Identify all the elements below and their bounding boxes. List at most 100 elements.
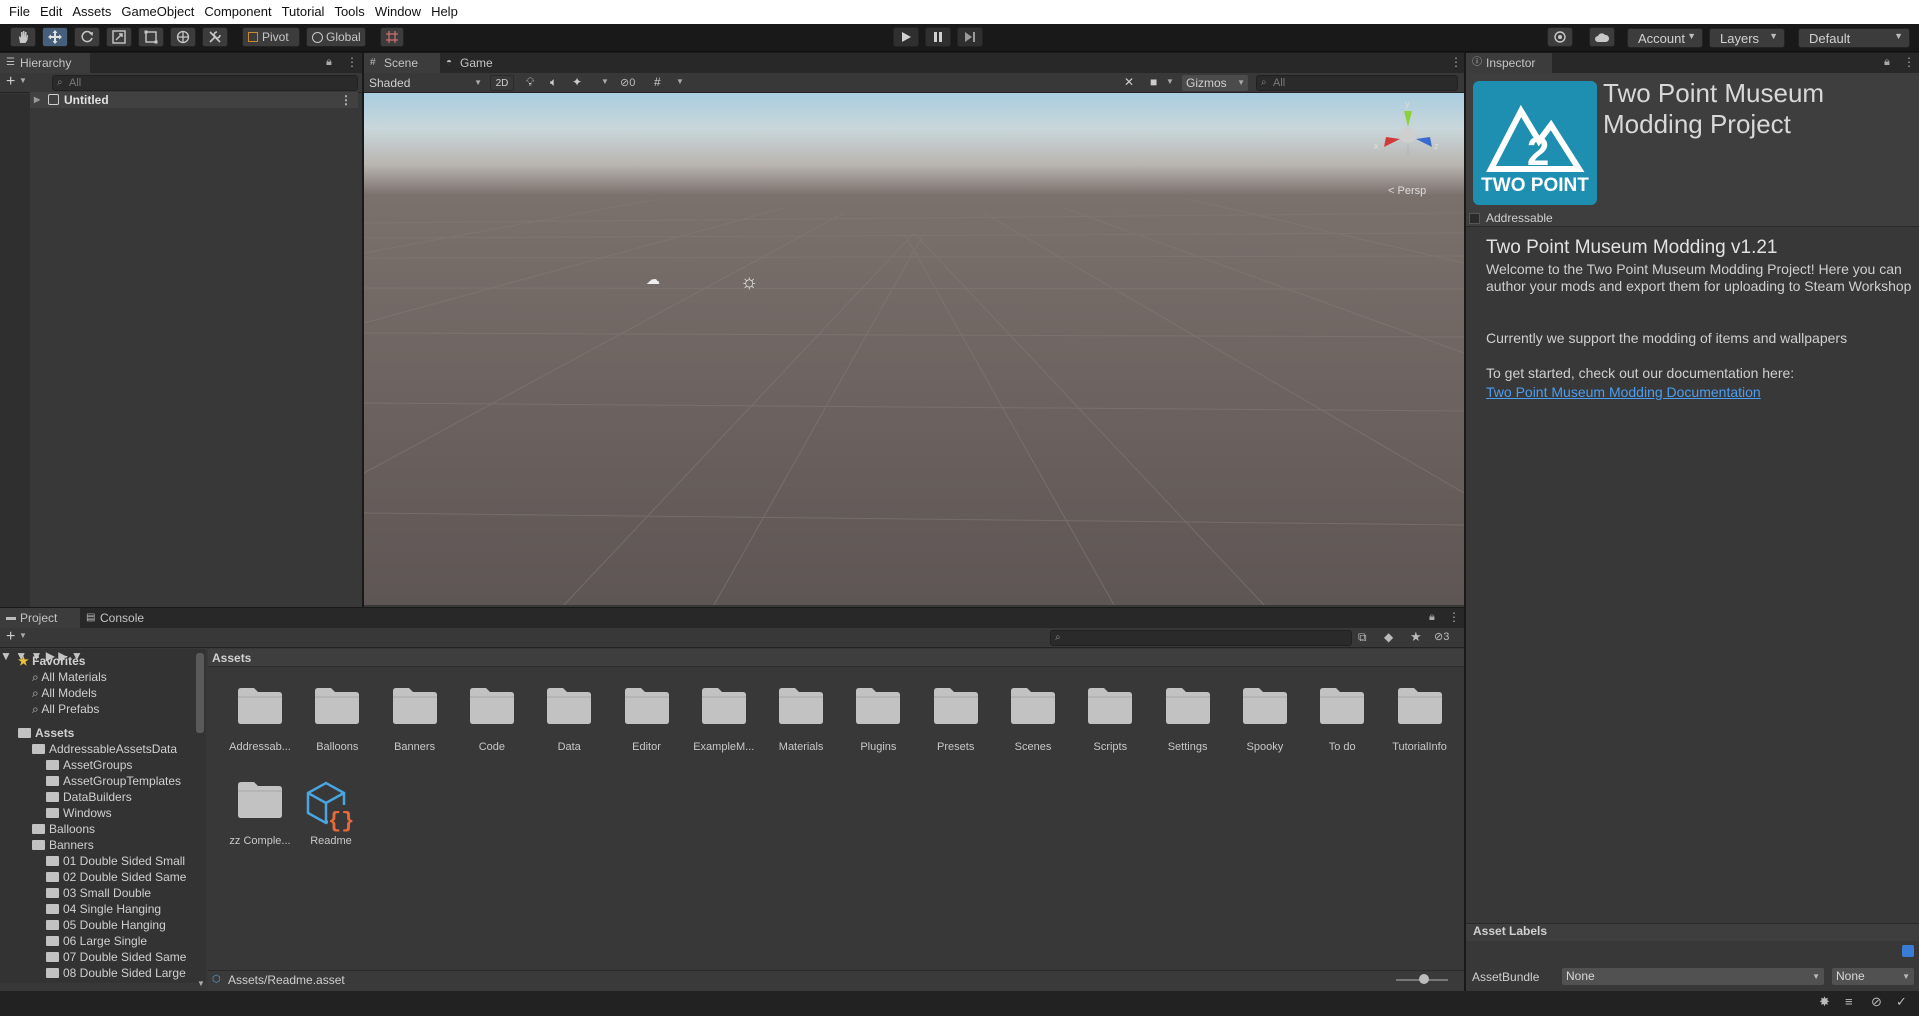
scene-row-untitled[interactable]: ▶ Untitled ⋮	[30, 92, 358, 108]
menu-tutorial[interactable]: Tutorial	[277, 0, 330, 24]
scene-search-input[interactable]: ⌕ All	[1256, 75, 1458, 91]
more-options-icon[interactable]: ⋮	[340, 92, 352, 108]
custom-tool-button[interactable]	[202, 27, 228, 47]
layers-dropdown[interactable]: Layers ▼	[1709, 28, 1785, 48]
effects-toggle-icon[interactable]: ✦	[572, 75, 582, 89]
chevron-right-icon[interactable]: ▶	[34, 92, 40, 108]
scale-tool-button[interactable]	[106, 27, 132, 47]
step-button[interactable]	[957, 27, 983, 47]
lock-icon[interactable]: 🔒︎	[326, 56, 332, 69]
menu-file[interactable]: File	[4, 0, 35, 24]
chevron-down-icon[interactable]: ▼	[1166, 77, 1174, 86]
database-icon[interactable]: ≡	[1845, 994, 1853, 1009]
projection-toggle[interactable]: < Persp	[1388, 185, 1426, 197]
more-options-icon[interactable]: ⋮	[346, 55, 358, 69]
menu-gameobject[interactable]: GameObject	[116, 0, 199, 24]
tab-console[interactable]: ▤ Console	[80, 608, 158, 628]
asset-folder[interactable]: Data	[531, 685, 607, 753]
tree-item-assetgroups[interactable]: AssetGroups	[46, 757, 132, 773]
tree-item-balloons[interactable]: Balloons	[32, 821, 95, 837]
services-button[interactable]	[1547, 27, 1573, 47]
cloud-icon[interactable]: ☁	[646, 271, 660, 288]
more-options-icon[interactable]: ⋮	[1448, 610, 1460, 624]
hidden-objects-toggle[interactable]: ⊘0	[620, 75, 635, 91]
chevron-down-icon[interactable]: ▼	[0, 649, 12, 663]
scene-viewport[interactable]: ☁ ☼ x z y < Persp	[364, 93, 1464, 605]
favorite-all-models[interactable]: ⌕ All Models	[32, 685, 97, 701]
search-by-type-icon[interactable]: ⧉	[1358, 630, 1367, 645]
asset-folder[interactable]: TutorialInfo	[1382, 685, 1458, 753]
hand-tool-button[interactable]	[10, 27, 36, 47]
chevron-down-icon[interactable]: ▼	[19, 76, 27, 85]
camera-icon[interactable]: ■	[1150, 75, 1157, 89]
tree-item-addressableassetsdata[interactable]: AddressableAssetsData	[32, 741, 177, 757]
add-icon[interactable]: +	[6, 628, 15, 646]
tools-icon[interactable]: ✕	[1124, 75, 1134, 89]
tab-project[interactable]: ▬ Project	[0, 608, 80, 628]
breadcrumb[interactable]: Assets	[212, 651, 251, 665]
asset-folder[interactable]: To do	[1304, 685, 1380, 753]
zoom-slider-handle[interactable]	[1419, 974, 1429, 984]
menu-window[interactable]: Window	[370, 0, 426, 24]
label-icon[interactable]: ◆	[1384, 630, 1393, 644]
assetbundle-dropdown[interactable]: None ▼	[1562, 968, 1824, 985]
tree-item-banner-04[interactable]: 04 Single Hanging	[46, 901, 161, 917]
variant-dropdown[interactable]: None ▼	[1832, 968, 1914, 985]
documentation-link[interactable]: Two Point Museum Modding Documentation	[1486, 384, 1916, 401]
asset-folder[interactable]: Spooky	[1227, 685, 1303, 753]
chevron-down-icon[interactable]: ▼	[676, 77, 684, 86]
layout-dropdown[interactable]: Default ▼	[1798, 28, 1910, 48]
asset-folder[interactable]: Scripts	[1072, 685, 1148, 753]
asset-folder[interactable]: Balloons	[299, 685, 375, 753]
shading-mode-dropdown[interactable]: Shaded ▼	[366, 75, 484, 91]
asset-folder[interactable]: Materials	[763, 685, 839, 753]
asset-folder[interactable]: Presets	[918, 685, 994, 753]
favorites-header[interactable]: ★ Favorites	[18, 653, 85, 669]
hierarchy-search-input[interactable]: ⌕ All	[52, 75, 358, 91]
asset-folder[interactable]: Settings	[1150, 685, 1226, 753]
tree-item-banner-05[interactable]: 05 Double Hanging	[46, 917, 166, 933]
asset-folder[interactable]: Scenes	[995, 685, 1071, 753]
readme-asset[interactable]: {} Readme	[293, 779, 369, 847]
pause-button[interactable]	[925, 27, 951, 47]
asset-folder[interactable]: Editor	[609, 685, 685, 753]
tree-item-assets[interactable]: Assets	[18, 725, 74, 741]
menu-component[interactable]: Component	[199, 0, 276, 24]
lock-icon[interactable]: 🔒︎	[1884, 56, 1890, 69]
asset-folder[interactable]: ExampleM...	[686, 685, 762, 753]
account-dropdown[interactable]: Account ▼	[1627, 28, 1703, 48]
grid-snap-button[interactable]	[380, 27, 404, 47]
add-icon[interactable]: +	[6, 73, 15, 91]
rotate-tool-button[interactable]	[74, 27, 100, 47]
lock-icon[interactable]: 🔒︎	[1429, 611, 1435, 624]
menu-help[interactable]: Help	[426, 0, 463, 24]
asset-folder[interactable]: zz Comple...	[222, 779, 298, 847]
rect-tool-button[interactable]	[138, 27, 164, 47]
star-icon[interactable]: ★	[1410, 629, 1422, 645]
tab-scene[interactable]: # Scene	[364, 53, 440, 73]
asset-folder[interactable]: Code	[454, 685, 530, 753]
cloud-button[interactable]	[1589, 27, 1615, 47]
tree-item-assetgrouptemplates[interactable]: AssetGroupTemplates	[46, 773, 181, 789]
chevron-down-icon[interactable]: ▼	[197, 979, 205, 988]
tree-item-banner-07[interactable]: 07 Double Sided Same	[46, 949, 186, 965]
asset-folder[interactable]: Banners	[377, 685, 453, 753]
tag-icon[interactable]	[1902, 945, 1914, 957]
check-icon[interactable]: ✓	[1896, 994, 1907, 1010]
chevron-down-icon[interactable]: ▼	[601, 77, 609, 86]
debug-icon[interactable]: ✸	[1819, 994, 1830, 1010]
audio-toggle-icon[interactable]: 🔈︎	[550, 75, 557, 90]
sun-icon[interactable]: ☼	[740, 271, 758, 294]
more-options-icon[interactable]: ⋮	[1450, 55, 1462, 69]
favorite-all-prefabs[interactable]: ⌕ All Prefabs	[32, 701, 99, 717]
asset-folder[interactable]: Plugins	[840, 685, 916, 753]
more-options-icon[interactable]: ⋮	[1903, 55, 1915, 69]
tab-inspector[interactable]: ⓘ Inspector	[1466, 53, 1552, 73]
transform-tool-button[interactable]	[170, 27, 196, 47]
menu-edit[interactable]: Edit	[35, 0, 67, 24]
hidden-packages-toggle[interactable]: ⊘3	[1434, 630, 1449, 643]
tree-scrollbar[interactable]	[196, 653, 204, 733]
tree-item-banner-03[interactable]: 03 Small Double	[46, 885, 151, 901]
2d-toggle[interactable]: 2D	[490, 75, 514, 91]
move-tool-button[interactable]	[42, 27, 68, 47]
